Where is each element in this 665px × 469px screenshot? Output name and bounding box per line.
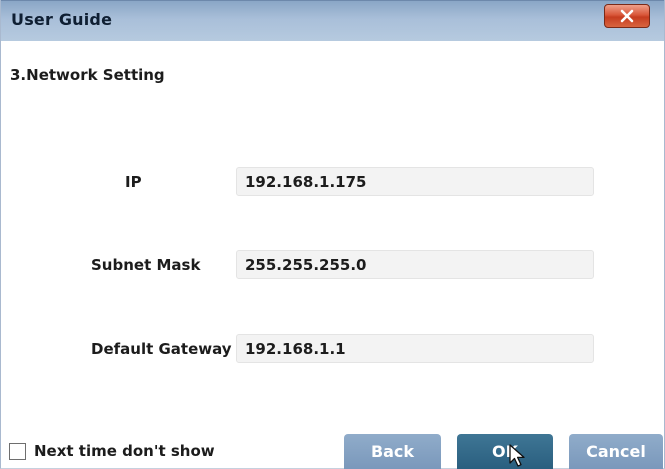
subnet-mask-label: Subnet Mask: [91, 256, 201, 274]
back-button[interactable]: Back: [344, 434, 441, 469]
user-guide-window: User Guide 3.Network Setting IP 192.168.…: [0, 0, 665, 469]
close-icon: [620, 9, 634, 23]
ip-field[interactable]: 192.168.1.175: [236, 167, 594, 196]
cancel-button[interactable]: Cancel: [569, 434, 663, 469]
default-gateway-label: Default Gateway: [91, 340, 232, 358]
ip-value: 192.168.1.175: [245, 172, 367, 191]
window-title: User Guide: [11, 10, 113, 29]
ip-label: IP: [125, 173, 142, 191]
dont-show-label: Next time don't show: [34, 442, 215, 460]
close-button[interactable]: [604, 4, 650, 28]
default-gateway-field[interactable]: 192.168.1.1: [236, 334, 594, 363]
subnet-mask-value: 255.255.255.0: [245, 255, 367, 274]
subnet-mask-field[interactable]: 255.255.255.0: [236, 250, 594, 279]
title-bar[interactable]: User Guide: [1, 0, 664, 41]
section-title: 3.Network Setting: [10, 66, 165, 84]
dont-show-checkbox[interactable]: [9, 443, 26, 460]
default-gateway-value: 192.168.1.1: [245, 339, 346, 358]
ok-button[interactable]: OK: [457, 434, 553, 469]
mouse-pointer-icon: [509, 444, 525, 467]
